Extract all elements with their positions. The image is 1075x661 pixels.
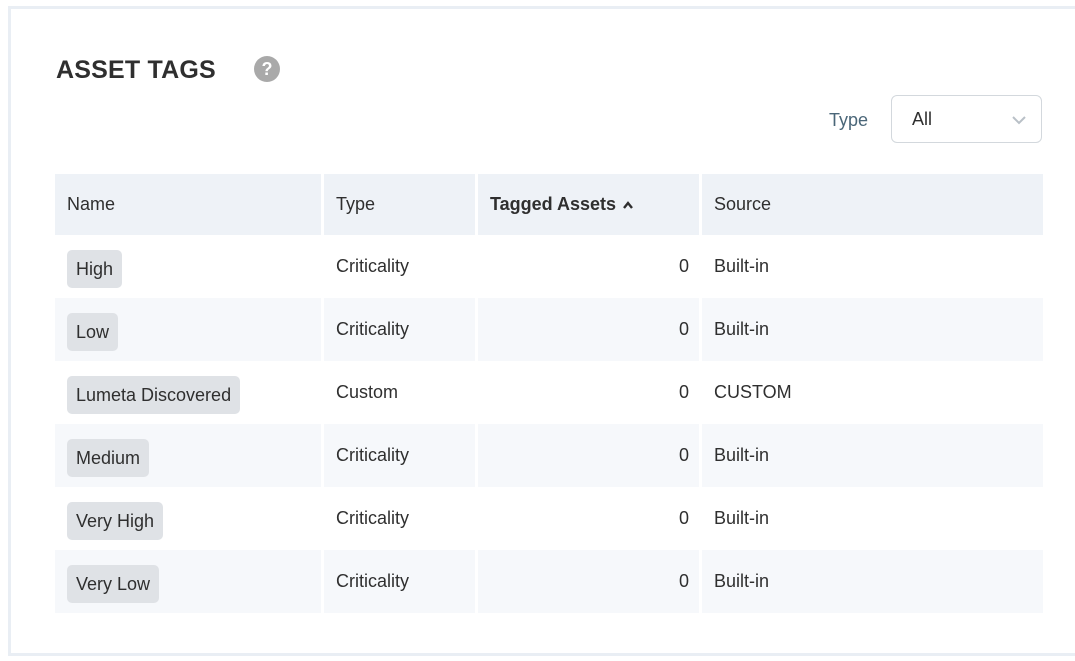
tag-type-cell: Criticality [324, 235, 478, 298]
tag-type-cell: Criticality [324, 550, 478, 613]
tag-name-cell: Very Low [55, 550, 324, 613]
column-header-tagged-assets[interactable]: Tagged Assets [478, 174, 702, 235]
chevron-down-icon [1012, 116, 1026, 125]
table-row: Medium Criticality 0 Built-in [55, 424, 1043, 487]
tagged-assets-cell: 0 [478, 298, 702, 361]
page: ASSET TAGS ? Type All Name Type Tagged A… [0, 0, 1075, 661]
tag-pill[interactable]: Lumeta Discovered [67, 375, 241, 414]
tag-pill[interactable]: High [67, 249, 123, 288]
tag-source-cell: CUSTOM [702, 361, 1043, 424]
tag-type-cell: Criticality [324, 298, 478, 361]
table-row: Low Criticality 0 Built-in [55, 298, 1043, 361]
tag-name-cell: Very High [55, 487, 324, 550]
column-header-name[interactable]: Name [55, 174, 324, 235]
type-filter-value: All [912, 109, 933, 129]
tag-name-cell: High [55, 235, 324, 298]
tag-name-cell: Lumeta Discovered [55, 361, 324, 424]
column-header-tagged-assets-label: Tagged Assets [490, 194, 617, 214]
tag-type-cell: Criticality [324, 424, 478, 487]
tag-source-cell: Built-in [702, 235, 1043, 298]
column-header-source[interactable]: Source [702, 174, 1043, 235]
column-header-type[interactable]: Type [324, 174, 478, 235]
tagged-assets-cell: 0 [478, 361, 702, 424]
tag-pill[interactable]: Medium [67, 438, 150, 477]
tag-type-cell: Custom [324, 361, 478, 424]
asset-tags-table: Name Type Tagged Assets Source High Crit… [55, 174, 1043, 613]
question-circle-icon[interactable]: ? [254, 56, 280, 82]
page-title: ASSET TAGS [56, 56, 216, 84]
tag-name-cell: Medium [55, 424, 324, 487]
table-header-row: Name Type Tagged Assets Source [55, 174, 1043, 235]
tag-type-cell: Criticality [324, 487, 478, 550]
tagged-assets-cell: 0 [478, 235, 702, 298]
table-row: Very High Criticality 0 Built-in [55, 487, 1043, 550]
tagged-assets-cell: 0 [478, 487, 702, 550]
tag-pill[interactable]: Very High [67, 501, 164, 540]
tag-source-cell: Built-in [702, 298, 1043, 361]
tag-source-cell: Built-in [702, 487, 1043, 550]
table-row: Lumeta Discovered Custom 0 CUSTOM [55, 361, 1043, 424]
tag-pill[interactable]: Low [67, 312, 119, 351]
tag-source-cell: Built-in [702, 424, 1043, 487]
table-row: Very Low Criticality 0 Built-in [55, 550, 1043, 613]
type-filter-select[interactable]: All [891, 95, 1042, 143]
table-row: High Criticality 0 Built-in [55, 235, 1043, 298]
tagged-assets-cell: 0 [478, 550, 702, 613]
tag-name-cell: Low [55, 298, 324, 361]
sort-ascending-icon [623, 201, 633, 209]
tag-source-cell: Built-in [702, 550, 1043, 613]
type-filter-label: Type [829, 110, 869, 130]
tag-pill[interactable]: Very Low [67, 564, 160, 603]
tagged-assets-cell: 0 [478, 424, 702, 487]
